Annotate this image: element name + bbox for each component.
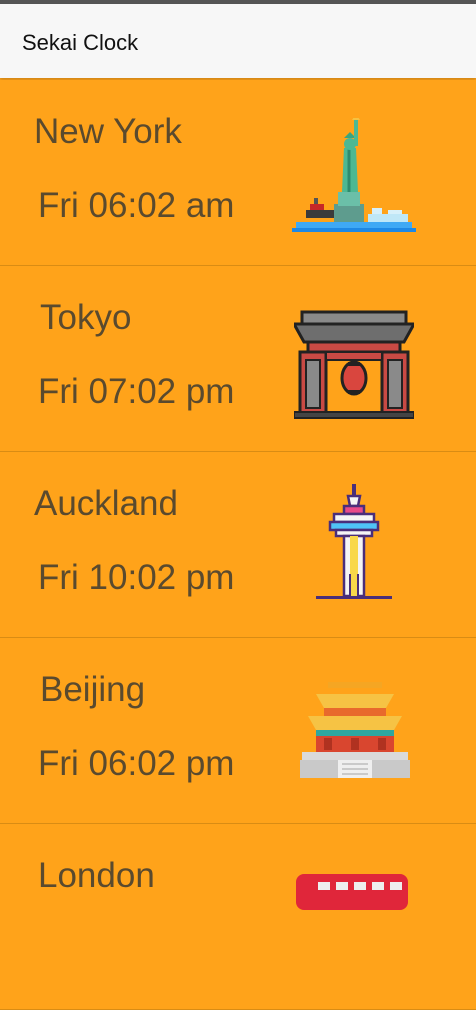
city-row-auckland[interactable]: Auckland Fri 10:02 pm	[0, 452, 476, 638]
city-name: Auckland	[34, 484, 178, 523]
statue-of-liberty-icon	[292, 118, 416, 232]
city-row-london[interactable]: London	[0, 824, 476, 1010]
sky-tower-icon	[316, 484, 392, 599]
forbidden-city-icon	[300, 682, 410, 778]
app-title: Sekai Clock	[22, 30, 139, 55]
city-list[interactable]: New York Fri 06:02 am Tokyo Fri 07:02 pm	[0, 80, 476, 1010]
london-bus-icon	[296, 874, 408, 910]
sensoji-gate-icon	[294, 310, 414, 419]
city-row-beijing[interactable]: Beijing Fri 06:02 pm	[0, 638, 476, 824]
city-name: Beijing	[40, 670, 146, 709]
city-time: Fri 06:02 am	[38, 186, 235, 225]
app-bar: Sekai Clock	[0, 4, 476, 78]
city-name: Tokyo	[40, 298, 132, 337]
city-row-new-york[interactable]: New York Fri 06:02 am	[0, 80, 476, 266]
city-name: New York	[34, 112, 182, 151]
city-row-tokyo[interactable]: Tokyo Fri 07:02 pm	[0, 266, 476, 452]
city-name: London	[38, 856, 155, 895]
city-time: Fri 06:02 pm	[38, 744, 235, 783]
city-time: Fri 07:02 pm	[38, 372, 235, 411]
city-time: Fri 10:02 pm	[38, 558, 235, 597]
